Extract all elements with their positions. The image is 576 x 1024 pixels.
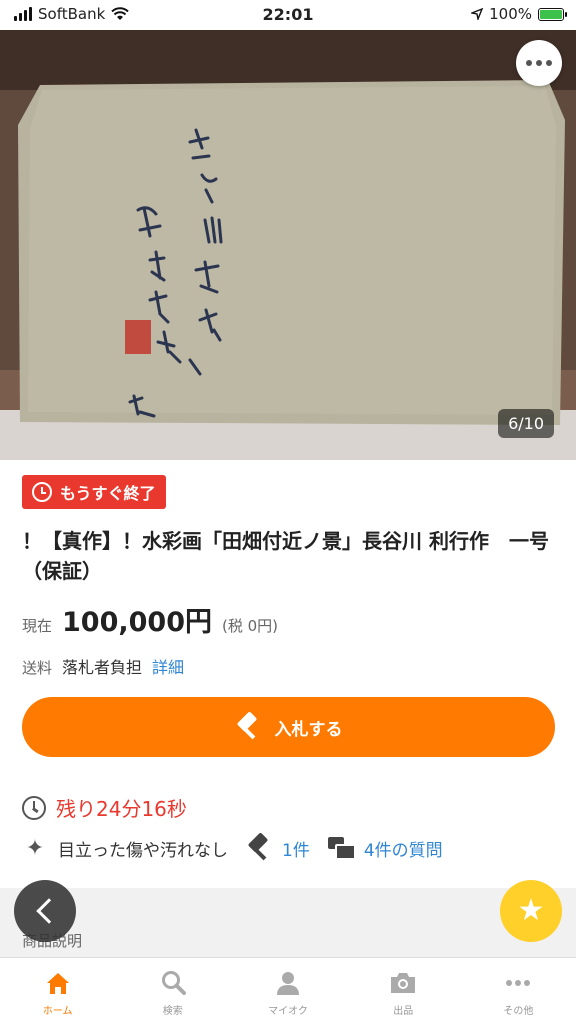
home-icon	[46, 973, 69, 994]
tab-label: ホーム	[42, 1006, 73, 1017]
chevron-left-icon	[36, 898, 62, 924]
back-button[interactable]	[14, 880, 76, 942]
tab-sell[interactable]: 出品	[346, 958, 461, 1024]
more-icon	[506, 980, 531, 986]
chat-icon	[327, 837, 356, 860]
status-bar: SoftBank 22:01 100%	[0, 0, 576, 30]
tab-label: マイオク	[268, 1006, 308, 1017]
condition-info: ✦ 目立った傷や汚れなし	[22, 836, 228, 861]
price-row: 現在 100,000円 (税 0円)	[22, 600, 278, 639]
tab-label: その他	[503, 1006, 534, 1017]
item-stats-row: ✦ 目立った傷や汚れなし 1件 4件の質問	[22, 835, 461, 861]
gavel-icon	[235, 714, 261, 740]
battery-icon	[538, 7, 567, 21]
bid-count[interactable]: 1件	[246, 835, 310, 861]
ending-soon-badge: もうすぐ終了	[22, 475, 166, 509]
time-remaining: 残り24分16秒	[22, 793, 187, 822]
shipping-details-link[interactable]: 詳細	[152, 654, 184, 678]
tab-label: 検索	[162, 1006, 183, 1017]
questions-text[interactable]: 4件の質問	[364, 836, 443, 861]
more-dot-icon	[526, 60, 532, 66]
bid-count-text[interactable]: 1件	[282, 836, 310, 861]
image-counter: 6/10	[498, 409, 554, 438]
bottom-tab-bar: ホーム 検索 マイオク 出品 その他	[0, 957, 576, 1024]
price-label: 現在	[22, 617, 53, 635]
more-dot-icon	[536, 60, 542, 66]
tab-home[interactable]: ホーム	[0, 958, 115, 1024]
item-photo[interactable]	[0, 30, 576, 460]
tax-note: (税 0円)	[222, 617, 279, 635]
clock-icon	[22, 795, 46, 820]
badge-label: もうすぐ終了	[60, 484, 156, 503]
search-icon	[161, 971, 186, 995]
clock-icon	[32, 482, 52, 502]
questions-link[interactable]: 4件の質問	[327, 836, 443, 861]
current-price: 100,000円	[62, 607, 212, 638]
tab-other[interactable]: その他	[461, 958, 576, 1024]
more-dot-icon	[546, 60, 552, 66]
artwork-back-photo	[0, 30, 576, 460]
battery-percent: 100%	[489, 5, 532, 23]
shipping-label: 送料	[22, 659, 53, 677]
shipping-value: 落札者負担	[62, 658, 143, 677]
watchlist-button[interactable]: ★	[500, 880, 562, 942]
person-icon	[277, 972, 299, 995]
camera-icon	[391, 973, 416, 993]
more-options-button[interactable]	[516, 40, 562, 86]
item-title: ！【真作】！水彩画「田畑付近ノ景」長谷川 利行作 一号（保証）	[22, 529, 549, 583]
tab-my-auction[interactable]: マイオク	[230, 958, 345, 1024]
condition-text: 目立った傷や汚れなし	[58, 840, 228, 861]
shipping-row: 送料 落札者負担 詳細	[22, 654, 184, 678]
location-arrow-icon	[471, 8, 484, 20]
tab-label: 出品	[393, 1006, 414, 1017]
star-icon: ★	[517, 893, 545, 928]
tab-search[interactable]: 検索	[115, 958, 230, 1024]
bid-button[interactable]: 入札する	[22, 697, 555, 757]
time-remaining-text: 残り24分16秒	[56, 797, 187, 821]
sparkle-icon: ✦	[25, 835, 45, 861]
status-right: 100%	[471, 5, 567, 23]
gavel-icon	[246, 835, 272, 861]
bid-button-label: 入札する	[274, 719, 343, 740]
description-section: 商品説明	[0, 888, 576, 958]
